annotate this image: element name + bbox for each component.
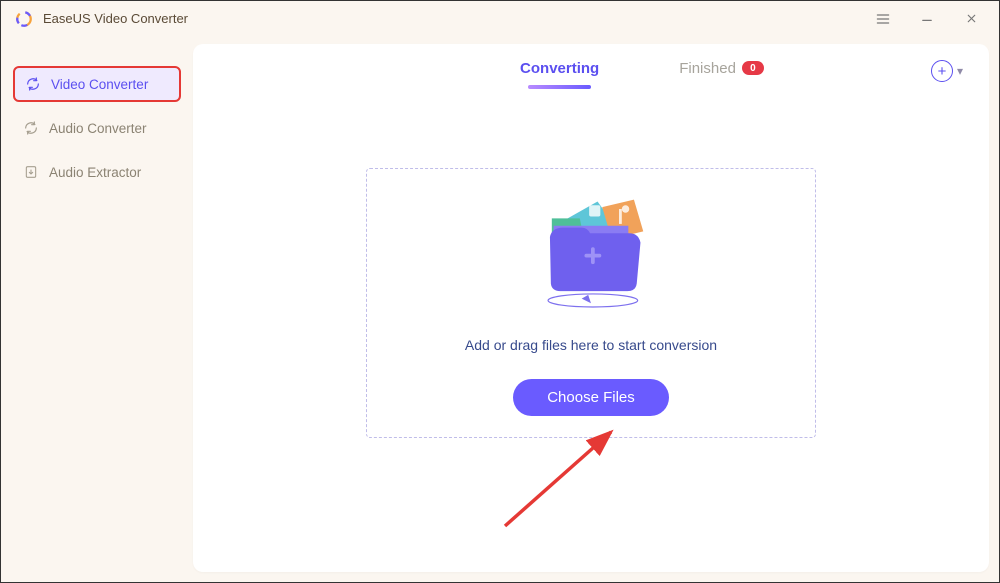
menu-button[interactable] bbox=[861, 4, 905, 34]
choose-files-button[interactable]: Choose Files bbox=[513, 379, 669, 416]
finished-badge: 0 bbox=[742, 61, 764, 75]
app-logo-icon bbox=[15, 10, 33, 28]
titlebar: EaseUS Video Converter bbox=[1, 1, 999, 36]
body: Video Converter Audio Converter Audio Ex… bbox=[1, 36, 999, 582]
dropzone-hint: Add or drag files here to start conversi… bbox=[465, 337, 717, 353]
sidebar-item-label: Audio Converter bbox=[49, 121, 147, 136]
minimize-button[interactable] bbox=[905, 4, 949, 34]
tab-label: Converting bbox=[520, 60, 599, 77]
refresh-icon bbox=[25, 76, 41, 92]
main-panel: Converting Finished 0 + ▾ bbox=[193, 44, 989, 572]
folder-illustration-icon bbox=[516, 181, 666, 321]
tabs-row: Converting Finished 0 + ▾ bbox=[193, 44, 989, 98]
tab-converting[interactable]: Converting bbox=[520, 60, 599, 83]
app-window: EaseUS Video Converter Video Converter bbox=[0, 0, 1000, 583]
tab-finished[interactable]: Finished 0 bbox=[679, 60, 764, 83]
sidebar-item-label: Audio Extractor bbox=[49, 165, 141, 180]
dropzone[interactable]: Add or drag files here to start conversi… bbox=[366, 168, 816, 438]
sidebar-item-audio-extractor[interactable]: Audio Extractor bbox=[13, 154, 181, 190]
sidebar: Video Converter Audio Converter Audio Ex… bbox=[1, 36, 193, 582]
tab-label: Finished bbox=[679, 60, 736, 77]
plus-icon: + bbox=[931, 60, 953, 82]
close-button[interactable] bbox=[949, 4, 993, 34]
sidebar-item-video-converter[interactable]: Video Converter bbox=[13, 66, 181, 102]
sidebar-item-audio-converter[interactable]: Audio Converter bbox=[13, 110, 181, 146]
extract-icon bbox=[23, 164, 39, 180]
app-title: EaseUS Video Converter bbox=[43, 11, 188, 26]
dropzone-wrap: Add or drag files here to start conversi… bbox=[193, 98, 989, 572]
add-file-button[interactable]: + ▾ bbox=[931, 60, 963, 82]
refresh-icon bbox=[23, 120, 39, 136]
chevron-down-icon: ▾ bbox=[957, 64, 963, 78]
sidebar-item-label: Video Converter bbox=[51, 77, 148, 92]
